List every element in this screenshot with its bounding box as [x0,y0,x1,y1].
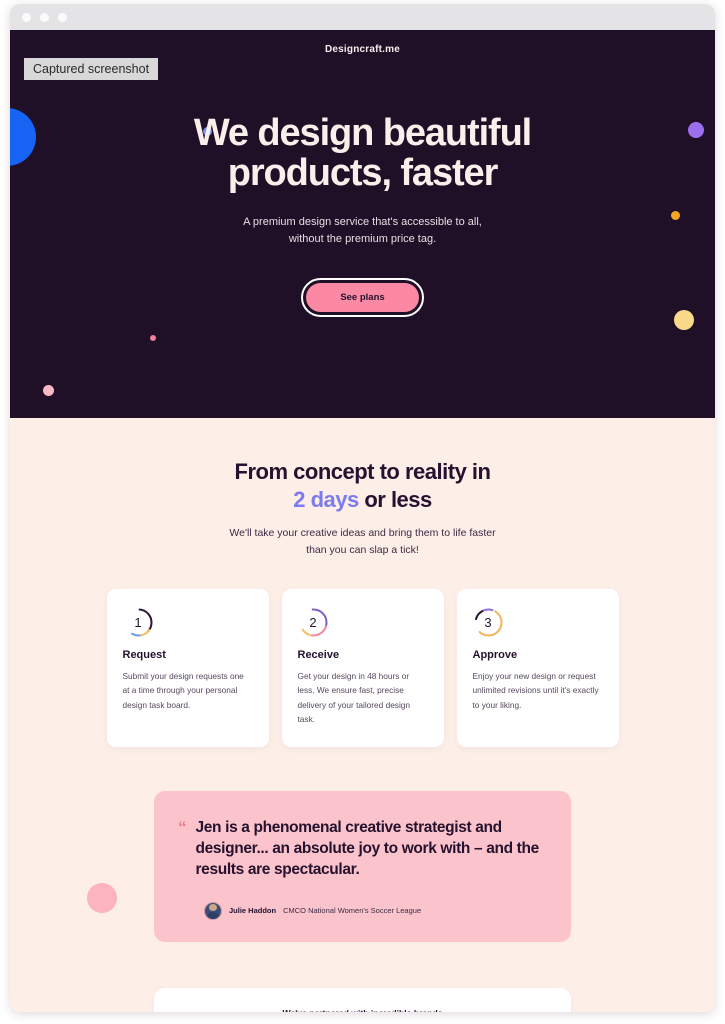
captured-screenshot-label: Captured screenshot [24,58,159,80]
site-title: Designcraft.me [324,44,401,55]
testimonial-card: “ Jen is a phenomenal creative strategis… [154,790,571,942]
avatar [204,901,222,920]
process-heading-tail: or less [358,486,432,512]
process-section: From concept to reality in 2 days or les… [10,418,715,1012]
testimonial-author-name: Julie Haddon [229,906,277,916]
hero-sub-line-1: A premium design service that's accessib… [243,215,482,228]
process-heading: From concept to reality in 2 days or les… [10,458,715,513]
process-steps: 1 Request Submit your design requests on… [10,588,715,747]
browser-window: Designcraft.me We design beautiful produ… [10,4,715,1012]
hero-heading: We design beautiful products, faster [148,113,578,194]
step-number-1: 1 [134,614,142,630]
step-card-receive: 2 Receive Get your design in 48 hours or… [281,588,444,747]
step-body-2: Get your design in 48 hours or less. We … [297,670,411,725]
decor-dot-pink-tiny [150,335,156,341]
hero-subheading: A premium design service that's accessib… [10,214,715,248]
maximize-icon[interactable] [58,12,67,22]
process-heading-line-1: From concept to reality in [234,459,491,484]
step-number-2: 2 [309,614,317,630]
step-title-1: Request [122,648,166,661]
step-number-3: 3 [484,614,492,630]
step-body-3: Enjoy your new design or request unlimit… [472,670,599,710]
hero-sub-line-2: without the premium price tag. [288,232,437,245]
brands-title: We've partnered with incredible brands [172,1008,553,1012]
step-ring-icon-2: 2 [298,607,329,638]
cta-ring: See plans [301,277,424,317]
step-card-request: 1 Request Submit your design requests on… [106,588,269,747]
see-plans-button[interactable]: See plans [306,282,419,312]
step-title-2: Receive [297,648,340,661]
step-ring-icon-3: 3 [473,607,504,638]
process-heading-accent: 2 days [293,486,359,512]
decor-circle-pink [87,883,117,913]
step-card-approve: 3 Approve Enjoy your new design or reque… [456,588,619,747]
step-body-1: Submit your design requests one at a tim… [122,670,244,710]
window-titlebar [10,4,715,30]
process-sub-line-1: We'll take your creative ideas and bring… [229,527,496,539]
step-ring-icon-1: 1 [123,607,154,638]
minimize-icon[interactable] [40,12,49,22]
close-icon[interactable] [22,12,31,22]
hero-heading-line-1: We design beautiful [193,112,532,154]
process-sub-line-2: than you can slap a tick! [306,543,419,556]
hero-section: Designcraft.me We design beautiful produ… [10,30,715,418]
testimonial-quote: Jen is a phenomenal creative strategist … [195,818,540,878]
quote-mark-icon: “ [178,817,187,837]
brands-card: We've partnered with incredible brands D… [154,987,571,1012]
hero-heading-line-2: products, faster [227,152,499,195]
screenshot-root: Designcraft.me We design beautiful produ… [0,0,725,1024]
step-title-3: Approve [472,648,518,661]
testimonial-author-role: CMCO National Women's Soccer League [283,906,422,916]
process-subheading: We'll take your creative ideas and bring… [10,525,715,559]
testimonial-attribution: Julie Haddon CMCO National Women's Socce… [178,901,543,920]
decor-dot-pink-small [43,385,54,396]
